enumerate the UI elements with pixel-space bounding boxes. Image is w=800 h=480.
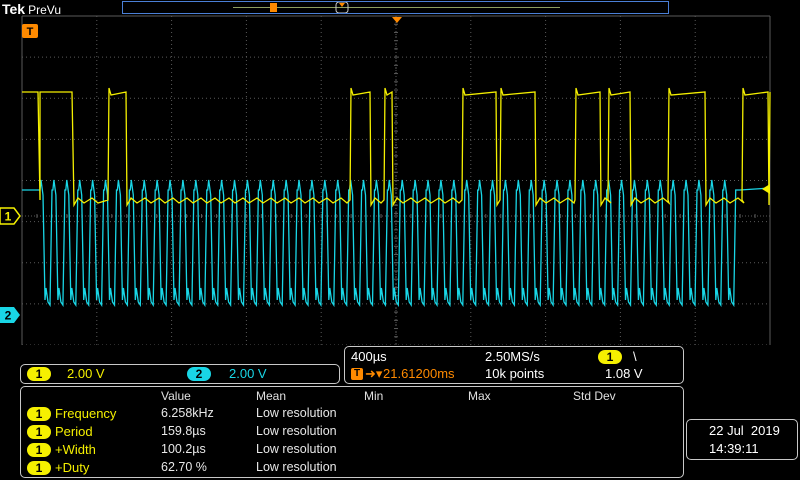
trigger-source-badge: 1 [598,350,622,364]
record-length: 10k points [485,366,545,381]
svg-text:T: T [27,26,34,38]
ch2-ground-marker[interactable]: 2 [0,307,20,323]
time: 14:39:11 [709,441,759,456]
header-std-dev: Std Dev [573,389,616,403]
datetime-panel[interactable]: 22 Jul 2019 14:39:11 [686,419,798,460]
header-max: Max [468,389,491,403]
ch1-scale: 2.00 V [67,366,105,381]
trigger-level: 1.08 V [605,366,643,381]
row-source-badge: 1 [27,425,51,439]
trigger-position-icon: T [351,368,363,380]
trigger-marker-left[interactable]: T [22,24,38,38]
measurement-row-duty[interactable]: 1 +Duty 62.70 % Low resolution [21,460,681,478]
row-name: Period [55,424,93,439]
ch2-scale: 2.00 V [229,366,267,381]
header-min: Min [364,389,384,403]
row-value: 6.258kHz [161,406,214,420]
row-value: 62.70 % [161,460,207,474]
row-mean: Low resolution [256,406,337,420]
acquisition-panel[interactable]: 400µs 2.50MS/s 1 \ T ➜▾ 21.61200ms 10k p… [344,346,684,384]
ch1-badge[interactable]: 1 [27,367,51,381]
row-name: +Duty [55,460,90,475]
timebase: 400µs [351,349,387,364]
measurement-row-period[interactable]: 1 Period 159.8µs Low resolution [21,424,681,442]
measurement-panel[interactable]: Value Mean Min Max Std Dev 1 Frequency 6… [20,386,684,478]
row-name: Frequency [55,406,117,421]
svg-text:1: 1 [5,210,12,224]
trigger-level-marker[interactable] [762,184,770,194]
row-mean: Low resolution [256,460,337,474]
row-value: 159.8µs [161,424,206,438]
measurement-row-width[interactable]: 1 +Width 100.2µs Low resolution [21,442,681,460]
sample-rate: 2.50MS/s [485,349,540,364]
header-mean: Mean [256,389,287,403]
header-value: Value [161,389,191,403]
row-source-badge: 1 [27,407,51,421]
row-name: +Width [55,442,96,457]
ch1-ground-marker[interactable]: 1 [0,207,21,225]
trigger-position-marker[interactable] [392,17,402,23]
row-mean: Low resolution [256,442,337,456]
row-source-badge: 1 [27,461,51,475]
row-value: 100.2µs [161,442,206,456]
ch2-badge[interactable]: 2 [187,367,211,381]
waveform-display[interactable]: T 1 2 [0,0,800,345]
trigger-arrow-icon: ➜▾ [365,366,383,381]
trigger-slope-icon: \ [633,349,637,364]
trigger-position-value: 21.61200ms [383,366,455,381]
channel-scale-panel[interactable]: 1 2.00 V 2 2.00 V [20,364,340,384]
row-mean: Low resolution [256,424,337,438]
row-source-badge: 1 [27,443,51,457]
svg-text:2: 2 [5,309,12,323]
measurement-row-frequency[interactable]: 1 Frequency 6.258kHz Low resolution [21,406,681,424]
date: 22 Jul 2019 [709,423,780,438]
